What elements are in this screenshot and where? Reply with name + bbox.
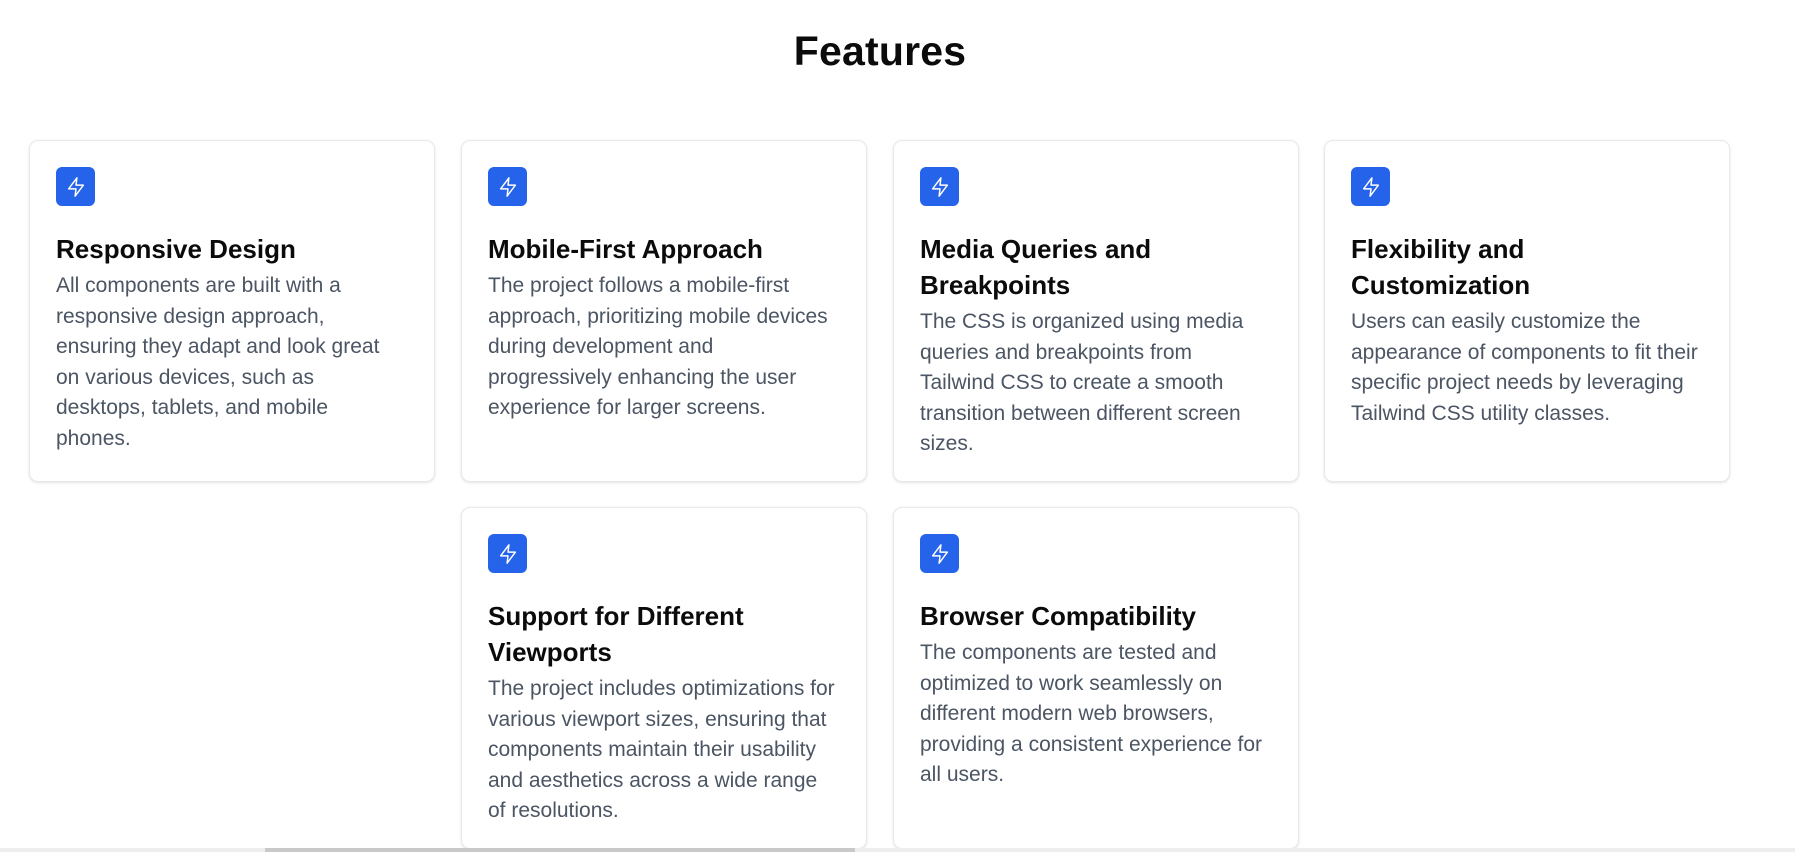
- feature-card-mobile-first-approach: Mobile-First Approach The project follow…: [461, 140, 867, 482]
- lightning-bolt-icon: [1351, 167, 1390, 206]
- feature-description: Users can easily customize the appearanc…: [1351, 310, 1698, 425]
- feature-description: The components are tested and optimized …: [920, 641, 1263, 786]
- feature-title: Support for Different Viewports: [488, 601, 744, 667]
- horizontal-scrollbar-thumb[interactable]: [265, 848, 855, 852]
- lightning-bolt-icon: [920, 167, 959, 206]
- feature-description: The project follows a mobile-first appro…: [488, 274, 828, 419]
- lightning-bolt-icon: [488, 167, 527, 206]
- lightning-bolt-icon: [56, 167, 95, 206]
- page-title: Features: [793, 28, 967, 74]
- feature-card-media-queries: Media Queries and Breakpoints The CSS is…: [893, 140, 1299, 482]
- feature-description: The CSS is organized using media queries…: [920, 310, 1244, 455]
- feature-card-different-viewports: Support for Different Viewports The proj…: [461, 507, 867, 849]
- feature-description: The project includes optimizations for v…: [488, 677, 835, 822]
- feature-description: All components are built with a responsi…: [56, 274, 380, 450]
- feature-card-responsive-design: Responsive Design All components are bui…: [29, 140, 435, 482]
- lightning-bolt-icon: [488, 534, 527, 573]
- feature-card-browser-compatibility: Browser Compatibility The components are…: [893, 507, 1299, 849]
- feature-title: Responsive Design: [56, 234, 296, 264]
- feature-card-flexibility-customization: Flexibility and Customization Users can …: [1324, 140, 1730, 482]
- feature-title: Flexibility and Customization: [1351, 234, 1531, 300]
- feature-title: Browser Compatibility: [920, 601, 1196, 631]
- feature-title: Mobile-First Approach: [488, 234, 763, 264]
- feature-title: Media Queries and Breakpoints: [920, 234, 1152, 300]
- lightning-bolt-icon: [920, 534, 959, 573]
